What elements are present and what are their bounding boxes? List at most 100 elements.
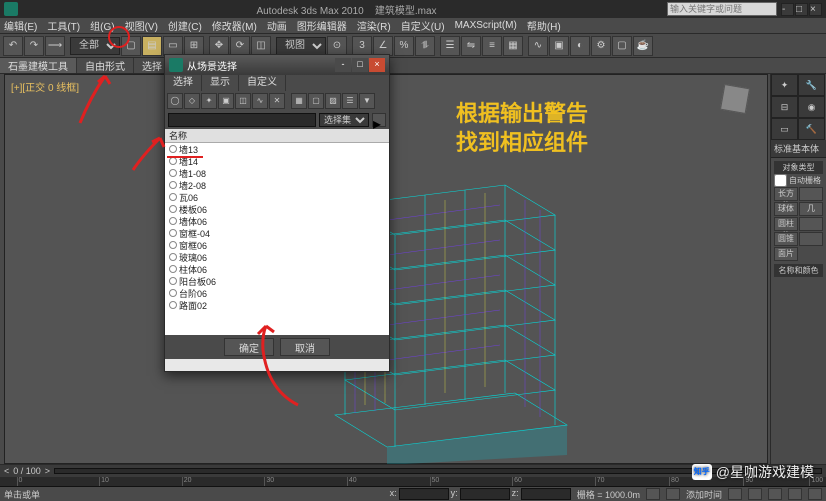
- selection-set-dropdown[interactable]: 选择集: [319, 113, 369, 127]
- menu-create[interactable]: 创建(C): [168, 18, 202, 33]
- cube-icon[interactable]: [720, 84, 750, 114]
- list-item[interactable]: 台阶06: [165, 287, 389, 299]
- layers-icon[interactable]: ▦: [503, 36, 523, 56]
- menu-animation[interactable]: 动画: [267, 18, 287, 33]
- create-tab-icon[interactable]: ✦: [771, 74, 798, 96]
- sphere-button[interactable]: 球体: [774, 202, 798, 216]
- coord-x-input[interactable]: [399, 488, 449, 500]
- snap-3d-icon[interactable]: 3: [352, 36, 372, 56]
- list-item[interactable]: 墙1-08: [165, 167, 389, 179]
- redo-icon[interactable]: ↷: [24, 36, 44, 56]
- minimize-button[interactable]: -: [781, 3, 794, 16]
- move-icon[interactable]: ✥: [209, 36, 229, 56]
- geo-button[interactable]: 几: [799, 202, 823, 216]
- filter-go-icon[interactable]: ▸: [372, 113, 386, 127]
- utilities-tab-icon[interactable]: 🔨: [798, 118, 825, 140]
- dialog-minimize-button[interactable]: -: [335, 58, 351, 72]
- list-mode-icon[interactable]: ☰: [342, 93, 358, 109]
- mirror-icon[interactable]: ⇋: [461, 36, 481, 56]
- pyramid-button[interactable]: [799, 232, 823, 246]
- named-selection-icon[interactable]: ☰: [440, 36, 460, 56]
- list-item[interactable]: 窗框06: [165, 239, 389, 251]
- tab-graphite[interactable]: 石墨建模工具: [0, 58, 77, 73]
- render-icon[interactable]: ☕: [633, 36, 653, 56]
- list-item[interactable]: 玻璃06: [165, 251, 389, 263]
- dialog-tab-custom[interactable]: 自定义: [239, 75, 286, 91]
- curve-editor-icon[interactable]: ∿: [528, 36, 548, 56]
- close-button[interactable]: ×: [809, 3, 822, 16]
- auto-key-icon[interactable]: [646, 488, 660, 500]
- percent-snap-icon[interactable]: %: [394, 36, 414, 56]
- align-icon[interactable]: ≡: [482, 36, 502, 56]
- box-button[interactable]: 长方体: [774, 187, 798, 201]
- menu-tools[interactable]: 工具(T): [47, 18, 80, 33]
- maximize-button[interactable]: □: [795, 3, 808, 16]
- dialog-maximize-button[interactable]: □: [352, 58, 368, 72]
- prev-frame-icon[interactable]: [768, 488, 782, 500]
- play-icon[interactable]: [728, 488, 742, 500]
- list-item[interactable]: 路面02: [165, 299, 389, 311]
- filter-bone-icon[interactable]: ✕: [269, 93, 285, 109]
- ok-button[interactable]: 确定: [224, 338, 274, 356]
- dialog-tab-select[interactable]: 选择: [165, 75, 202, 91]
- filter-light-icon[interactable]: ✦: [201, 93, 217, 109]
- spinner-snap-icon[interactable]: ⥮: [415, 36, 435, 56]
- auto-grid-checkbox[interactable]: 自动栅格: [774, 174, 823, 187]
- cancel-button[interactable]: 取消: [280, 338, 330, 356]
- select-all-icon[interactable]: ▦: [291, 93, 307, 109]
- angle-snap-icon[interactable]: ∠: [373, 36, 393, 56]
- torus-button[interactable]: 圆锥: [774, 232, 798, 246]
- list-item[interactable]: 柱体06: [165, 263, 389, 275]
- rect-select-icon[interactable]: ▭: [163, 36, 183, 56]
- render-frame-icon[interactable]: ▢: [612, 36, 632, 56]
- scale-icon[interactable]: ◫: [251, 36, 271, 56]
- tube-button[interactable]: [799, 217, 823, 231]
- menu-view[interactable]: 视图(V): [125, 18, 158, 33]
- link-icon[interactable]: ⟶: [45, 36, 65, 56]
- list-item[interactable]: 窗框-04: [165, 227, 389, 239]
- list-item[interactable]: 瓦06: [165, 191, 389, 203]
- select-invert-icon[interactable]: ▨: [325, 93, 341, 109]
- sort-icon[interactable]: ▼: [359, 93, 375, 109]
- menu-render[interactable]: 渲染(R): [357, 18, 391, 33]
- select-by-name-icon[interactable]: ▤: [142, 36, 162, 56]
- filter-camera-icon[interactable]: ▣: [218, 93, 234, 109]
- ref-coord-system[interactable]: 视图: [276, 37, 326, 55]
- dialog-titlebar[interactable]: 从场景选择 - □ ×: [165, 55, 389, 75]
- display-tab-icon[interactable]: ▭: [771, 118, 798, 140]
- select-none-icon[interactable]: ▢: [308, 93, 324, 109]
- rotate-icon[interactable]: ⟳: [230, 36, 250, 56]
- goto-end-icon[interactable]: [808, 488, 822, 500]
- coord-y-input[interactable]: [460, 488, 510, 500]
- modify-tab-icon[interactable]: 🔧: [798, 74, 825, 96]
- filter-shape-icon[interactable]: ◇: [184, 93, 200, 109]
- undo-icon[interactable]: ↶: [3, 36, 23, 56]
- hierarchy-tab-icon[interactable]: ⊟: [771, 96, 798, 118]
- menu-maxscript[interactable]: MAXScript(M): [455, 20, 517, 31]
- cylinder-button[interactable]: 圆柱体: [774, 217, 798, 231]
- tab-freeform[interactable]: 自由形式: [77, 58, 134, 73]
- material-editor-icon[interactable]: ◐: [570, 36, 590, 56]
- object-list[interactable]: 墙13 墙14 墙1-08 墙2-08 瓦06 楼板06 墙体06 窗框-04 …: [165, 143, 389, 335]
- dialog-close-button[interactable]: ×: [369, 58, 385, 72]
- motion-tab-icon[interactable]: ◉: [798, 96, 825, 118]
- name-filter-input[interactable]: [168, 113, 316, 127]
- set-key-icon[interactable]: [666, 488, 680, 500]
- coord-z-input[interactable]: [521, 488, 571, 500]
- pivot-icon[interactable]: ⊙: [327, 36, 347, 56]
- plane-button[interactable]: 面片: [774, 247, 798, 261]
- list-item[interactable]: 墙体06: [165, 215, 389, 227]
- menu-graph-editor[interactable]: 图形编辑器: [297, 18, 347, 33]
- list-header-name[interactable]: 名称: [165, 129, 389, 143]
- view-cube[interactable]: [718, 82, 754, 118]
- menu-edit[interactable]: 编辑(E): [4, 18, 37, 33]
- list-item[interactable]: 墙13: [165, 143, 389, 155]
- filter-helper-icon[interactable]: ◫: [235, 93, 251, 109]
- filter-geom-icon[interactable]: ◯: [167, 93, 183, 109]
- menu-modifier[interactable]: 修改器(M): [212, 18, 257, 33]
- next-frame-icon[interactable]: [788, 488, 802, 500]
- viewport-label[interactable]: [+][正交 0 线框]: [11, 79, 79, 94]
- help-search-input[interactable]: [667, 2, 777, 16]
- dialog-tab-display[interactable]: 显示: [202, 75, 239, 91]
- render-setup-icon[interactable]: ⚙: [591, 36, 611, 56]
